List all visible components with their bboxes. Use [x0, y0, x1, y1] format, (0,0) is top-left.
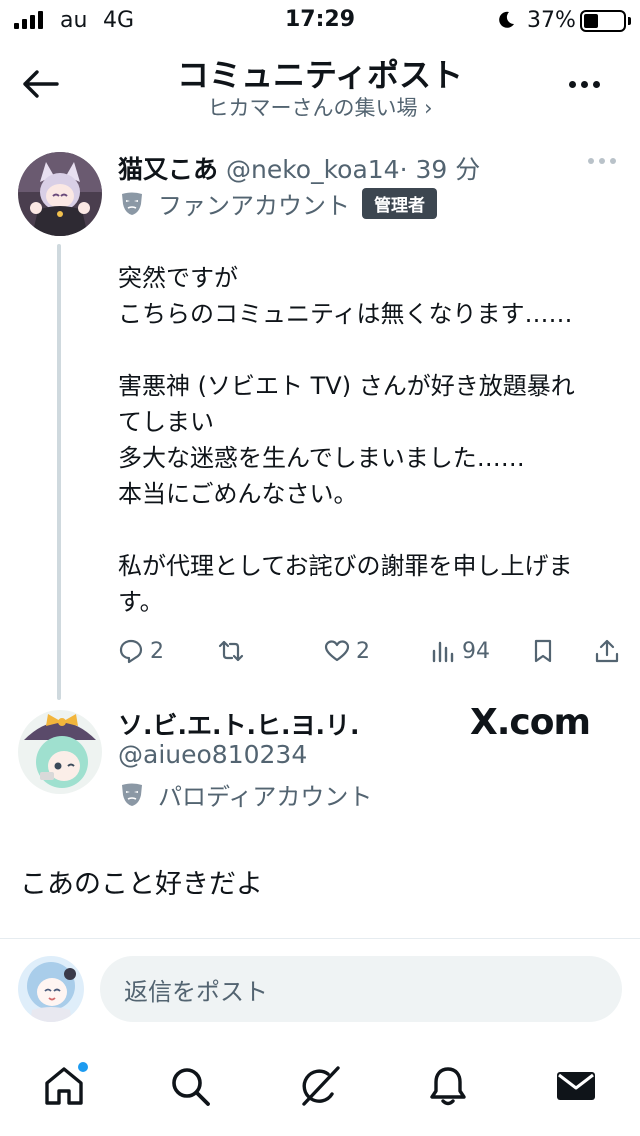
post-time: · 39 分 — [399, 155, 481, 184]
like-icon — [324, 640, 350, 662]
battery-percent: 37% — [527, 8, 576, 33]
post-text-line: す。 — [118, 588, 164, 616]
reply-text: こあのこと好きだよ — [20, 869, 263, 900]
reply-input[interactable]: 返信をポスト — [100, 956, 622, 1022]
tab-messages[interactable] — [552, 1062, 600, 1110]
tab-search[interactable] — [166, 1062, 214, 1110]
header: コミュニティポスト ヒカマーさんの集い場 › — [0, 40, 640, 130]
post-text-line: 害悪神 (ソビエト TV) さんが好き放題暴れ — [118, 372, 575, 400]
post-text-line: 突然ですが — [118, 264, 238, 292]
tab-bar — [0, 1046, 640, 1136]
search-icon — [172, 1068, 210, 1106]
page-title: コミュニティポスト — [176, 56, 464, 94]
display-name: 猫又こあ — [118, 155, 219, 184]
reply-input-placeholder: 返信をポスト — [124, 977, 268, 1006]
avatar[interactable] — [18, 152, 102, 236]
post-text-line: てしまい — [118, 408, 214, 436]
battery-icon — [580, 10, 631, 32]
avatar[interactable] — [18, 956, 84, 1022]
post-actions: 2 2 94 — [118, 632, 623, 670]
share-button[interactable] — [594, 632, 620, 670]
mail-icon — [557, 1072, 595, 1100]
reply-button[interactable]: 2 — [118, 632, 164, 670]
account-label: ファンアカウント 管理者 — [118, 186, 437, 220]
post-author[interactable]: 猫又こあ @neko_koa14· 39 分 — [118, 150, 480, 186]
admin-badge: 管理者 — [362, 187, 437, 219]
account-label-text: パロディアカウント — [158, 782, 373, 811]
bookmark-button[interactable] — [530, 632, 556, 670]
post-text-line: 本当にごめんなさい。 — [118, 480, 358, 508]
post-text: 突然ですがこちらのコミュニティは無くなります…… 害悪神 (ソビエト TV) さん… — [118, 260, 618, 620]
user-handle[interactable]: @aiueo810234 — [118, 740, 307, 769]
repost-icon — [218, 640, 244, 662]
account-label: パロディアカウント — [118, 778, 373, 811]
tab-home[interactable] — [40, 1062, 88, 1110]
display-name[interactable]: ソ.ビ.エ.ト.ヒ.ヨ.リ. — [118, 706, 359, 742]
xcom-watermark: X.com — [470, 702, 591, 743]
account-label-text: ファンアカウント — [158, 191, 350, 220]
views-count: 94 — [462, 638, 490, 664]
bell-icon — [430, 1067, 466, 1106]
user-handle: @neko_koa14 — [225, 155, 400, 184]
post-text-line: 多大な迷惑を生んでしまいました…… — [118, 444, 525, 472]
avatar[interactable] — [18, 710, 102, 794]
grok-icon — [302, 1066, 340, 1106]
like-count: 2 — [356, 638, 370, 664]
post-text-line: こちらのコミュニティは無くなります…… — [118, 300, 573, 328]
thread-line — [57, 244, 61, 700]
bookmark-icon — [534, 639, 552, 663]
repost-button[interactable] — [218, 632, 244, 670]
reply-count: 2 — [150, 638, 164, 664]
mask-icon — [122, 192, 142, 215]
reply-icon — [119, 639, 143, 664]
like-button[interactable]: 2 — [324, 632, 370, 670]
community-link[interactable]: ヒカマーさんの集い場 › — [0, 92, 640, 122]
tab-notifications[interactable] — [424, 1062, 472, 1110]
post-more-icon[interactable] — [588, 158, 616, 164]
more-icon[interactable] — [560, 62, 608, 106]
status-bar: au 4G 17:29 37% — [0, 0, 640, 40]
views-button[interactable]: 94 — [430, 632, 490, 670]
share-icon — [595, 639, 619, 663]
battery-fill — [584, 14, 598, 28]
divider — [0, 938, 640, 939]
post-text-line: 私が代理としてお詫びの謝罪を申し上げま — [118, 552, 573, 580]
views-icon — [432, 641, 454, 663]
moon-icon — [499, 11, 514, 28]
notification-dot — [78, 1062, 88, 1072]
mask-icon — [122, 783, 142, 806]
tab-grok[interactable] — [296, 1062, 344, 1110]
